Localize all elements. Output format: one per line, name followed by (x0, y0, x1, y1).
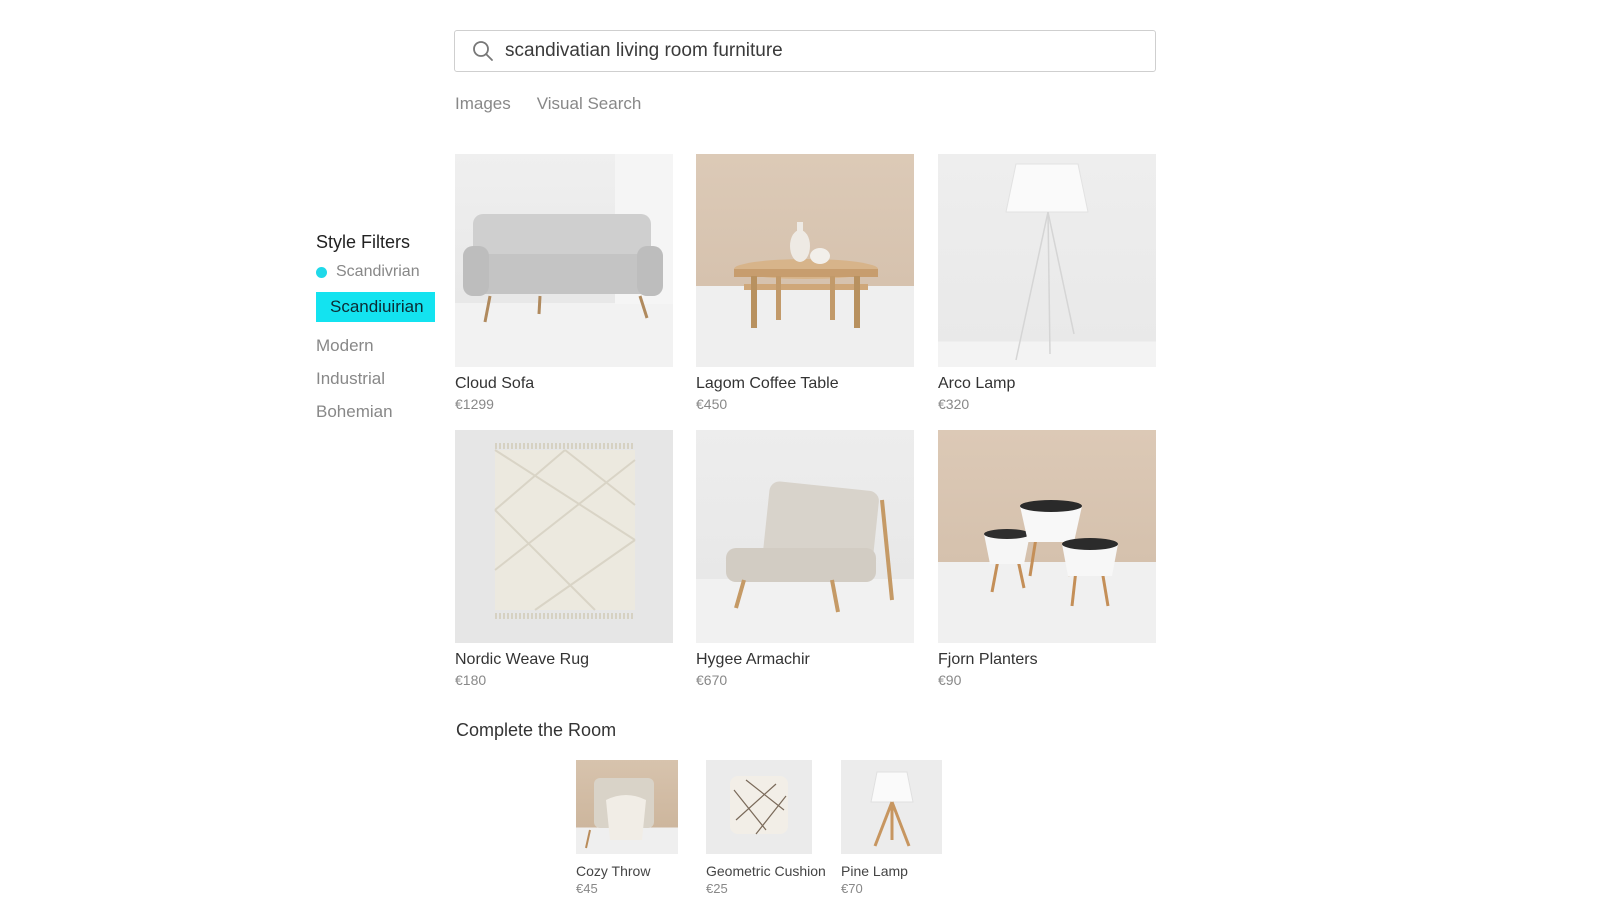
filter-radio-label: Scandivrian (336, 263, 420, 280)
filters-title: Style Filters (316, 232, 411, 252)
armchair-icon (696, 430, 914, 643)
product-card[interactable]: Cloud Sofa €1299 (455, 154, 673, 412)
filter-industrial[interactable]: Industrial (316, 369, 446, 389)
product-card[interactable]: Fjorn Planters €90 (938, 430, 1156, 688)
tab-visual-search[interactable]: Visual Search (537, 94, 642, 114)
planters-icon (938, 430, 1156, 643)
floor-lamp-icon (938, 154, 1156, 367)
radio-dot-icon (316, 266, 327, 278)
filter-bohemian[interactable]: Bohemian (316, 402, 446, 422)
product-card[interactable]: Hygee Armachir €670 (696, 430, 914, 688)
complete-the-room-title: Complete the Room (456, 720, 617, 740)
recommendation-card[interactable]: Geometric Cushion €25 (706, 760, 826, 896)
recommendation-card[interactable]: Cozy Throw €45 (576, 760, 678, 896)
product-price: €450 (696, 396, 728, 412)
style-filters: Style Filters Scandivrian Scandiuirian M… (316, 232, 446, 435)
product-price: €670 (696, 672, 728, 688)
product-card[interactable]: Lagom Coffee Table €450 (696, 154, 914, 412)
sofa-icon (455, 154, 673, 367)
product-card[interactable]: Nordic Weave Rug €180 (455, 430, 673, 688)
recommendation-price: €45 (576, 881, 598, 896)
product-name: Lagom Coffee Table (696, 375, 839, 392)
product-price: €90 (938, 672, 962, 688)
search-input[interactable] (503, 32, 1155, 70)
search-icon (463, 31, 503, 71)
recommendation-price: €70 (841, 881, 863, 896)
search-bar[interactable] (454, 30, 1156, 72)
recommendation-price: €25 (706, 881, 728, 896)
recommendation-name: Pine Lamp (841, 863, 908, 879)
product-name: Cloud Sofa (455, 375, 535, 392)
table-lamp-icon (841, 760, 942, 854)
filter-modern[interactable]: Modern (316, 336, 446, 356)
product-price: €1299 (455, 396, 494, 412)
product-price: €320 (938, 396, 970, 412)
product-card[interactable]: Arco Lamp €320 (938, 154, 1156, 412)
throw-blanket-icon (576, 760, 678, 854)
product-name: Arco Lamp (938, 375, 1016, 392)
tab-images[interactable]: Images (455, 94, 511, 114)
recommendation-name: Geometric Cushion (706, 863, 826, 879)
coffee-table-icon (696, 154, 914, 367)
search-tabs: Images Visual Search (455, 94, 641, 114)
rug-icon (455, 430, 673, 643)
product-price: €180 (455, 672, 487, 688)
recommendation-name: Cozy Throw (576, 863, 651, 879)
product-name: Fjorn Planters (938, 651, 1038, 668)
filter-radio-scandinavian[interactable]: Scandivrian (316, 263, 446, 281)
product-name: Hygee Armachir (696, 651, 810, 668)
product-name: Nordic Weave Rug (455, 651, 589, 668)
cushion-icon (706, 760, 812, 854)
filter-active-scandinavian[interactable]: Scandiuirian (316, 292, 435, 322)
recommendation-card[interactable]: Pine Lamp €70 (841, 760, 942, 896)
